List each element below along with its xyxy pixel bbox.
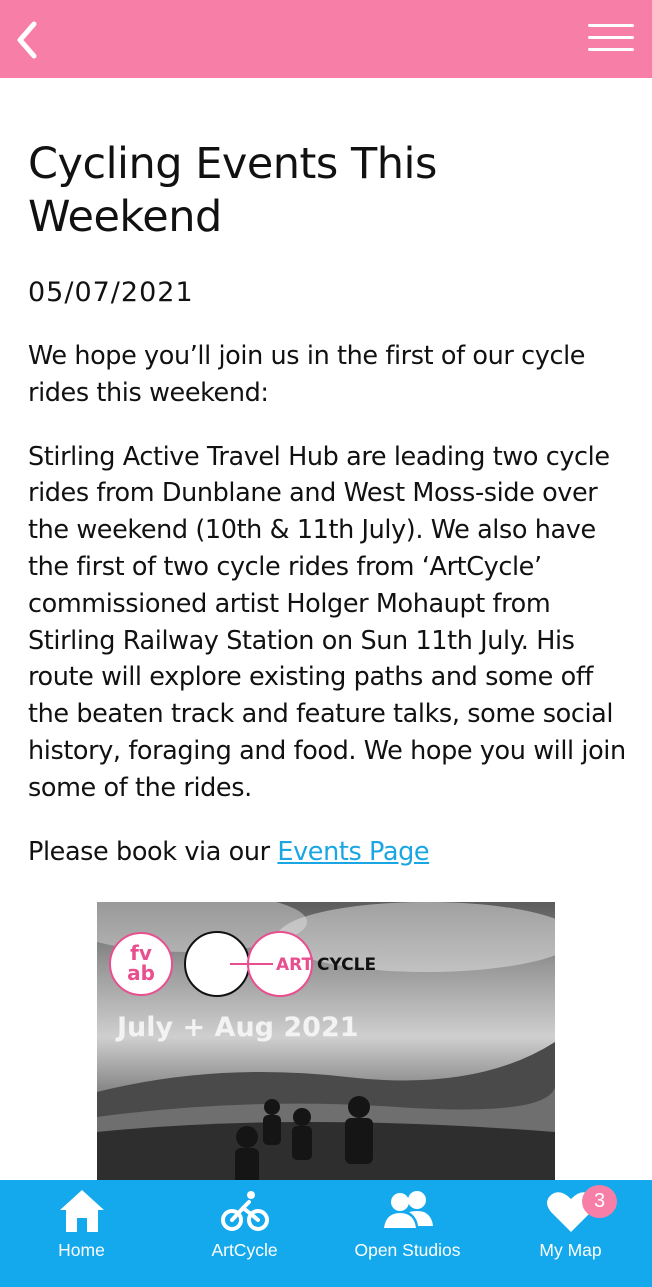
banner-dates: July + Aug 2021 bbox=[115, 1012, 359, 1043]
hamburger-menu-icon bbox=[588, 24, 634, 51]
banner-scene: fv ab ART CYCLE July + Aug 2021 bbox=[97, 902, 555, 1180]
booking-prefix: Please book via our bbox=[28, 836, 278, 867]
tab-open-studios-label: Open Studios bbox=[354, 1240, 461, 1260]
tab-artcycle[interactable]: ArtCycle bbox=[163, 1180, 326, 1287]
article-date: 05/07/2021 bbox=[28, 277, 194, 308]
chevron-left-icon bbox=[17, 21, 37, 59]
tab-open-studios[interactable]: Open Studios bbox=[326, 1180, 489, 1287]
bottom-tab-bar: Home ArtCycle Open Studios My Map 3 bbox=[0, 1180, 652, 1287]
cycle-label: CYCLE bbox=[317, 955, 376, 975]
events-page-link[interactable]: Events Page bbox=[277, 837, 429, 867]
tab-artcycle-label: ArtCycle bbox=[211, 1240, 278, 1260]
logo-text-bottom: ab bbox=[127, 961, 155, 985]
tab-home[interactable]: Home bbox=[0, 1180, 163, 1287]
page-title: Cycling Events This Weekend bbox=[28, 139, 437, 242]
home-icon bbox=[59, 1190, 104, 1232]
users-icon bbox=[383, 1191, 433, 1228]
tab-home-label: Home bbox=[58, 1240, 105, 1260]
tab-my-map[interactable]: My Map bbox=[489, 1180, 652, 1287]
article-body: Stirling Active Travel Hub are leading t… bbox=[28, 441, 626, 803]
my-map-count-badge: 3 bbox=[582, 1185, 617, 1218]
artcycle-banner-image: fv ab ART CYCLE July + Aug 2021 bbox=[97, 902, 555, 1180]
art-label: ART bbox=[276, 955, 313, 975]
app-header bbox=[0, 0, 652, 78]
article: Cycling Events This Weekend 05/07/2021 W… bbox=[28, 78, 628, 1180]
tab-my-map-label: My Map bbox=[539, 1240, 602, 1260]
back-button[interactable] bbox=[10, 14, 50, 64]
booking-line: Please book via our Events Page bbox=[28, 834, 628, 871]
bicycle-icon bbox=[220, 1191, 269, 1231]
article-intro: We hope you’ll join us in the first of o… bbox=[28, 341, 586, 408]
menu-button[interactable] bbox=[588, 24, 634, 56]
